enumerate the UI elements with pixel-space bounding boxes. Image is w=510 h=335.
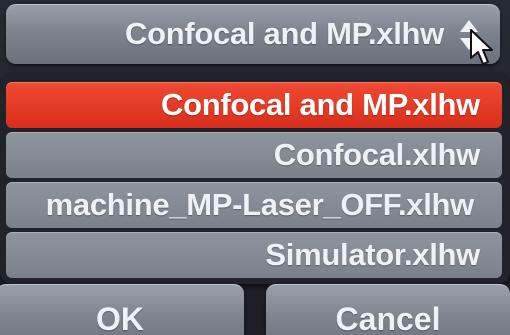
select-current-value: Confocal and MP.xlhw <box>125 16 444 51</box>
option-confocal-and-mp[interactable]: Confocal and MP.xlhw <box>6 82 502 128</box>
option-confocal[interactable]: Confocal.xlhw <box>6 132 502 178</box>
profile-dropdown-list: Confocal and MP.xlhw Confocal.xlhw machi… <box>0 74 510 284</box>
option-simulator[interactable]: Simulator.xlhw <box>6 232 502 278</box>
ok-button[interactable]: OK <box>0 284 244 335</box>
option-machine-mp-laser-off[interactable]: machine_MP-Laser_OFF.xlhw <box>6 182 502 228</box>
profile-selector-dialog: Confocal and MP.xlhw Confocal and MP.xlh… <box>0 0 510 335</box>
profile-select[interactable]: Confocal and MP.xlhw <box>6 4 500 65</box>
mouse-pointer-icon <box>470 29 493 65</box>
cancel-button[interactable]: Cancel <box>266 284 510 335</box>
